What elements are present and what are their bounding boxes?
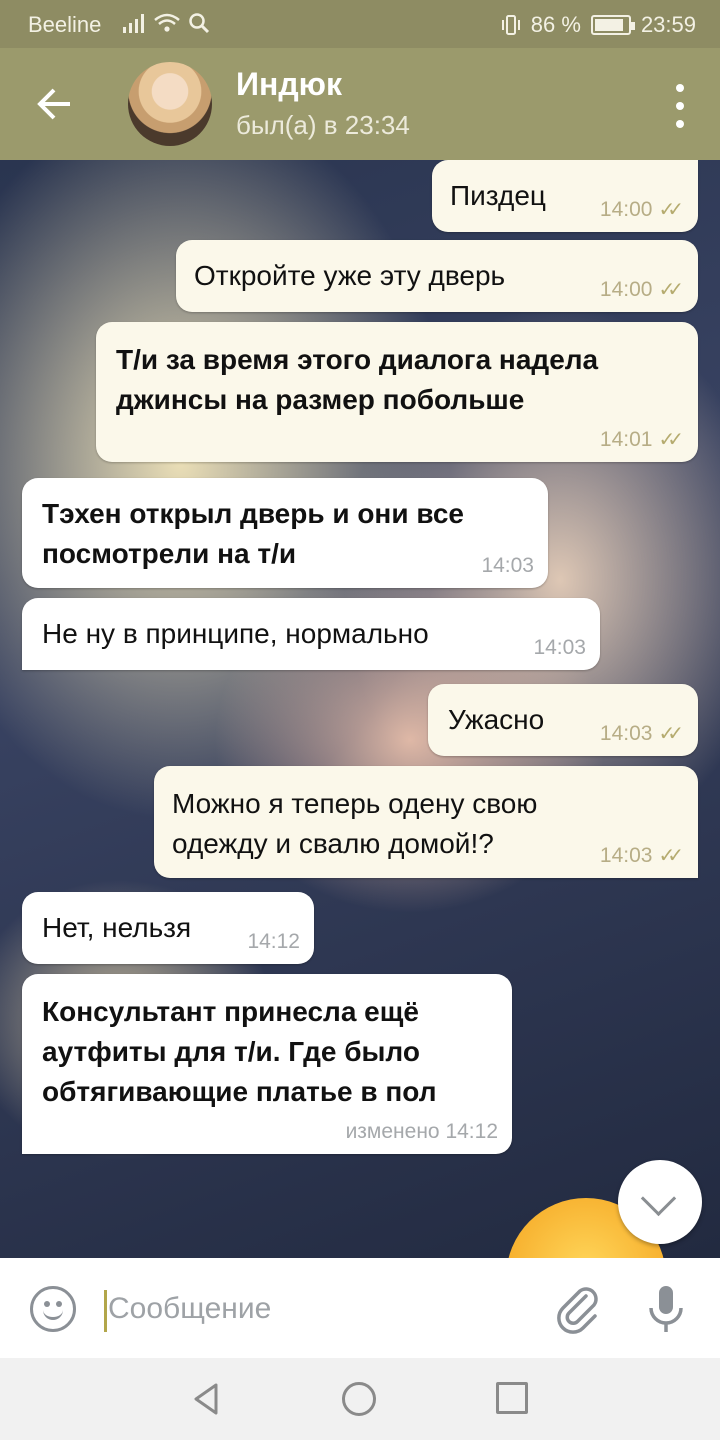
- search-icon: [189, 13, 210, 34]
- double-check-icon: ✓✓: [658, 199, 683, 221]
- message-bubble[interactable]: Можно я теперь одену свою одежду и свалю…: [154, 766, 698, 878]
- emoji-button[interactable]: [30, 1286, 76, 1332]
- signal-wifi-search-icons: [122, 12, 210, 34]
- double-check-icon: ✓✓: [658, 279, 683, 301]
- scroll-down-button[interactable]: [618, 1160, 702, 1244]
- message-text: Тэхен открыл дверь и они все посмотрели …: [42, 498, 464, 569]
- microphone-icon: [649, 1286, 683, 1332]
- contact-name[interactable]: Индюк: [236, 66, 342, 103]
- back-button[interactable]: [22, 78, 86, 130]
- nav-recents-icon[interactable]: [496, 1382, 528, 1414]
- nav-home-icon[interactable]: [342, 1382, 376, 1416]
- chat-header: Индюк был(а) в 23:34: [0, 48, 720, 160]
- message-text: Т/и за время этого диалога надела джинсы…: [116, 344, 599, 415]
- message-bubble[interactable]: Нет, нельзя 14:12: [22, 892, 314, 964]
- battery-icon: [590, 15, 635, 35]
- message-text: Нет, нельзя: [42, 912, 192, 943]
- message-bubble[interactable]: Откройте уже эту дверь 14:00 ✓✓: [176, 240, 698, 312]
- more-vert-icon: [676, 84, 684, 92]
- more-options-button[interactable]: [668, 84, 692, 128]
- microphone-button[interactable]: [640, 1282, 692, 1338]
- message-bubble[interactable]: Тэхен открыл дверь и они все посмотрели …: [22, 478, 548, 588]
- nav-back-icon[interactable]: [190, 1382, 224, 1416]
- paperclip-icon: [557, 1287, 598, 1334]
- arrow-left-icon: [37, 88, 70, 120]
- double-check-icon: ✓✓: [658, 845, 683, 867]
- message-text: Откройте уже эту дверь: [194, 260, 506, 291]
- message-text: Можно я теперь одену свою одежду и свалю…: [172, 788, 538, 859]
- message-text: Не ну в принципе, нормально: [42, 618, 429, 649]
- text-cursor: [104, 1290, 107, 1332]
- message-time: 14:12: [247, 930, 300, 953]
- signal-icon: [123, 14, 144, 33]
- message-time: 14:03: [599, 843, 653, 867]
- status-bar: Beeline 86 % 23:59: [0, 0, 720, 48]
- message-input[interactable]: [108, 1284, 508, 1334]
- attach-button[interactable]: [552, 1282, 604, 1334]
- system-navigation-bar: [0, 1358, 720, 1440]
- chat-area[interactable]: Пиздец 14:00 ✓✓ Откройте уже эту дверь 14…: [0, 160, 720, 1258]
- message-bubble[interactable]: Т/и за время этого диалога надела джинсы…: [96, 322, 698, 462]
- message-time: 14:03: [481, 554, 534, 577]
- message-time: изменено 14:12: [345, 1120, 498, 1143]
- message-bubble[interactable]: Ужасно 14:03 ✓✓: [428, 684, 698, 756]
- message-time: 14:00: [599, 277, 653, 301]
- message-text: Пиздец: [450, 180, 546, 211]
- double-check-icon: ✓✓: [658, 429, 683, 451]
- message-time: 14:03: [599, 721, 653, 745]
- message-time: 14:00: [599, 197, 653, 221]
- last-seen-status: был(а) в 23:34: [236, 110, 410, 140]
- message-bubble[interactable]: Не ну в принципе, нормально 14:03: [22, 598, 600, 670]
- double-check-icon: ✓✓: [658, 723, 683, 745]
- status-right: 86 % 23:59: [501, 12, 696, 38]
- message-bubble[interactable]: Консультант принесла ещё аутфиты для т/и…: [22, 974, 512, 1154]
- message-text: Консультант принесла ещё аутфиты для т/и…: [42, 996, 437, 1107]
- message-bubble[interactable]: Пиздец 14:00 ✓✓: [432, 160, 698, 232]
- message-composer: [0, 1258, 720, 1358]
- message-time: 14:03: [533, 636, 586, 659]
- vibrate-icon: [501, 15, 520, 35]
- carrier-name: Beeline: [28, 12, 102, 37]
- message-time: 14:01: [599, 427, 653, 451]
- message-text: Ужасно: [448, 704, 545, 735]
- avatar[interactable]: [128, 62, 212, 146]
- clock: 23:59: [640, 12, 696, 37]
- battery-percent: 86 %: [530, 12, 581, 37]
- wifi-icon: [154, 13, 180, 32]
- smile-icon: [43, 1309, 63, 1320]
